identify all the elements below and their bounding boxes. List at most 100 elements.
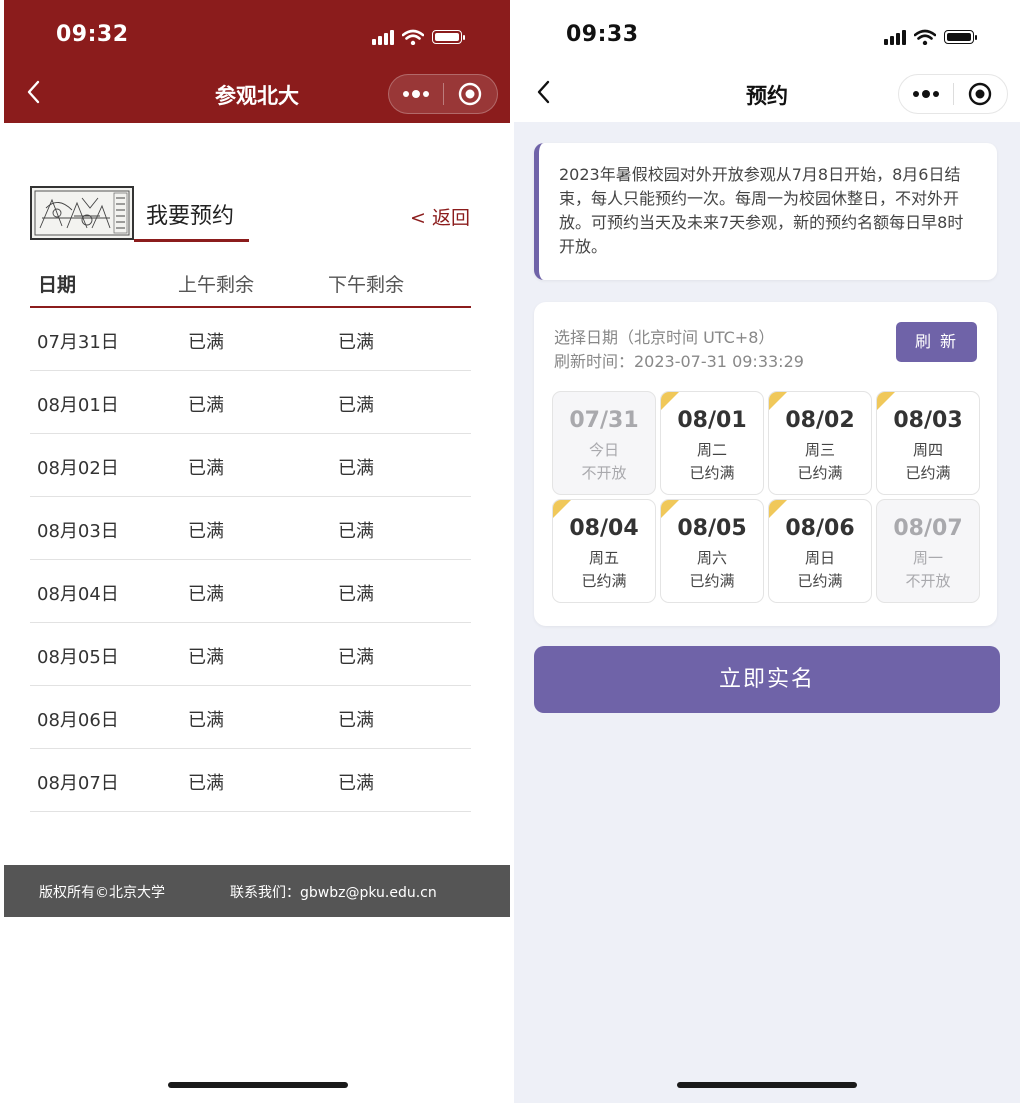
date-cell-weekday: 周一 — [912, 549, 943, 567]
date-cell[interactable]: 08/01 周二 已约满 — [660, 391, 764, 495]
row-date: 08月03日 — [37, 521, 119, 542]
date-cell-weekday: 周日 — [804, 549, 835, 567]
row-date: 08月06日 — [37, 710, 119, 731]
row-morning: 已满 — [188, 458, 224, 479]
row-morning: 已满 — [188, 647, 224, 668]
back-chevron-icon[interactable] — [26, 80, 40, 104]
signal-icon — [884, 29, 906, 45]
date-cell-date: 08/05 — [677, 516, 747, 541]
right-phone-screen: 09:33 #right .battery::after{background:… — [514, 0, 1020, 1103]
date-cell-status: 已约满 — [689, 572, 735, 590]
refresh-button[interactable]: 刷 新 — [896, 322, 977, 362]
row-afternoon: 已满 — [338, 395, 374, 416]
row-morning: 已满 — [188, 773, 224, 794]
row-date: 08月05日 — [37, 647, 119, 668]
row-afternoon: 已满 — [338, 332, 374, 353]
table-row[interactable]: 08月02日 已满 已满 — [30, 434, 471, 497]
date-cell[interactable]: 08/07 周一 不开放 — [876, 499, 980, 603]
date-cell-weekday: 周五 — [588, 549, 619, 567]
menu-capsule — [898, 74, 1008, 114]
row-date: 08月02日 — [37, 458, 119, 479]
header-morning: 上午剩余 — [178, 274, 255, 296]
pku-engraving-image — [30, 186, 134, 240]
page-title: 参观北大 — [215, 84, 299, 108]
row-morning: 已满 — [188, 521, 224, 542]
row-afternoon: 已满 — [338, 773, 374, 794]
date-cell-status: 已约满 — [689, 464, 735, 482]
row-date: 08月07日 — [37, 773, 119, 794]
date-cell[interactable]: 07/31 今日 不开放 — [552, 391, 656, 495]
date-cell-status: 已约满 — [905, 464, 951, 482]
date-cell-date: 08/03 — [893, 408, 963, 433]
date-cell-weekday: 周四 — [912, 441, 943, 459]
table-row[interactable]: 08月06日 已满 已满 — [30, 686, 471, 749]
table-header: 日期 上午剩余 下午剩余 — [30, 258, 471, 308]
date-cell[interactable]: 08/04 周五 已约满 — [552, 499, 656, 603]
back-link[interactable]: < 返回 — [410, 203, 470, 230]
date-cell-status: 已约满 — [581, 572, 627, 590]
date-select-label: 选择日期（北京时间 UTC+8） — [554, 328, 775, 347]
home-indicator[interactable] — [168, 1082, 348, 1088]
date-cell-weekday: 周三 — [804, 441, 835, 459]
row-afternoon: 已满 — [338, 458, 374, 479]
date-cell-status: 已约满 — [797, 464, 843, 482]
status-icons: #right .battery::after{background:#111;} — [884, 26, 977, 48]
table-row[interactable]: 07月31日 已满 已满 — [30, 308, 471, 371]
more-icon[interactable] — [389, 74, 443, 114]
row-afternoon: 已满 — [338, 710, 374, 731]
more-icon[interactable] — [899, 74, 953, 114]
left-phone-screen: 09:32 #left .battery::after{background:#… — [4, 0, 510, 1103]
table-row[interactable]: 08月03日 已满 已满 — [30, 497, 471, 560]
date-cell[interactable]: 08/03 周四 已约满 — [876, 391, 980, 495]
target-icon[interactable] — [954, 74, 1007, 114]
footer-copyright: 版权所有©北京大学 — [39, 885, 165, 901]
notice-card: 2023年暑假校园对外开放参观从7月8日开始，8月6日结束，每人只能预约一次。每… — [534, 143, 997, 280]
table-row[interactable]: 08月07日 已满 已满 — [30, 749, 471, 812]
date-cell-date: 08/04 — [569, 516, 639, 541]
row-morning: 已满 — [188, 332, 224, 353]
home-indicator[interactable] — [677, 1082, 857, 1088]
date-cell-date: 08/06 — [785, 516, 855, 541]
availability-table: 日期 上午剩余 下午剩余 07月31日 已满 已满 08月01日 已满 已满 08月02… — [30, 258, 471, 812]
notice-text: 2023年暑假校园对外开放参观从7月8日开始，8月6日结束，每人只能预约一次。每… — [559, 165, 964, 256]
row-date: 08月01日 — [37, 395, 119, 416]
date-cell[interactable]: 08/06 周日 已约满 — [768, 499, 872, 603]
table-row[interactable]: 08月05日 已满 已满 — [30, 623, 471, 686]
wifi-icon — [914, 29, 936, 45]
status-time: 09:33 — [566, 22, 639, 47]
status-time: 09:32 — [56, 22, 129, 47]
menu-capsule — [388, 74, 498, 114]
date-cell-date: 07/31 — [569, 408, 639, 433]
target-icon[interactable] — [444, 74, 497, 114]
date-cell[interactable]: 08/05 周六 已约满 — [660, 499, 764, 603]
row-morning: 已满 — [188, 710, 224, 731]
row-date: 08月04日 — [37, 584, 119, 605]
heading-underline — [134, 239, 249, 242]
back-chevron-icon[interactable] — [536, 80, 550, 104]
top-bar: 09:33 #right .battery::after{background:… — [514, 0, 1020, 122]
table-row[interactable]: 08月04日 已满 已满 — [30, 560, 471, 623]
date-selection-card: 选择日期（北京时间 UTC+8） 刷新时间：2023-07-31 09:33:2… — [534, 302, 997, 626]
date-cell-date: 08/02 — [785, 408, 855, 433]
row-afternoon: 已满 — [338, 647, 374, 668]
refresh-time: 刷新时间：2023-07-31 09:33:29 — [554, 352, 804, 371]
date-cell-status: 不开放 — [905, 572, 951, 590]
date-cell-status: 已约满 — [797, 572, 843, 590]
reservation-heading: 我要预约 — [146, 204, 235, 229]
row-afternoon: 已满 — [338, 521, 374, 542]
verify-identity-button[interactable]: 立即实名 — [534, 646, 1000, 713]
row-afternoon: 已满 — [338, 584, 374, 605]
date-cell-status: 不开放 — [581, 464, 627, 482]
battery-icon: #right .battery::after{background:#111;} — [944, 30, 977, 44]
date-cell-date: 08/07 — [893, 516, 963, 541]
footer-contact[interactable]: 联系我们：gbwbz@pku.edu.cn — [230, 882, 437, 902]
date-cell-weekday: 周二 — [696, 441, 727, 459]
date-cell-weekday: 今日 — [588, 441, 619, 459]
date-cell-weekday: 周六 — [696, 549, 727, 567]
table-row[interactable]: 08月01日 已满 已满 — [30, 371, 471, 434]
battery-icon: #left .battery::after{background:#fff;} — [432, 30, 465, 44]
date-grid: 07/31 今日 不开放 08/01 周二 已约满 08/02 周三 已约满 0… — [552, 391, 982, 607]
date-cell[interactable]: 08/02 周三 已约满 — [768, 391, 872, 495]
top-bar: 09:32 #left .battery::after{background:#… — [4, 0, 510, 123]
footer: 版权所有©北京大学 联系我们：gbwbz@pku.edu.cn — [4, 865, 510, 917]
